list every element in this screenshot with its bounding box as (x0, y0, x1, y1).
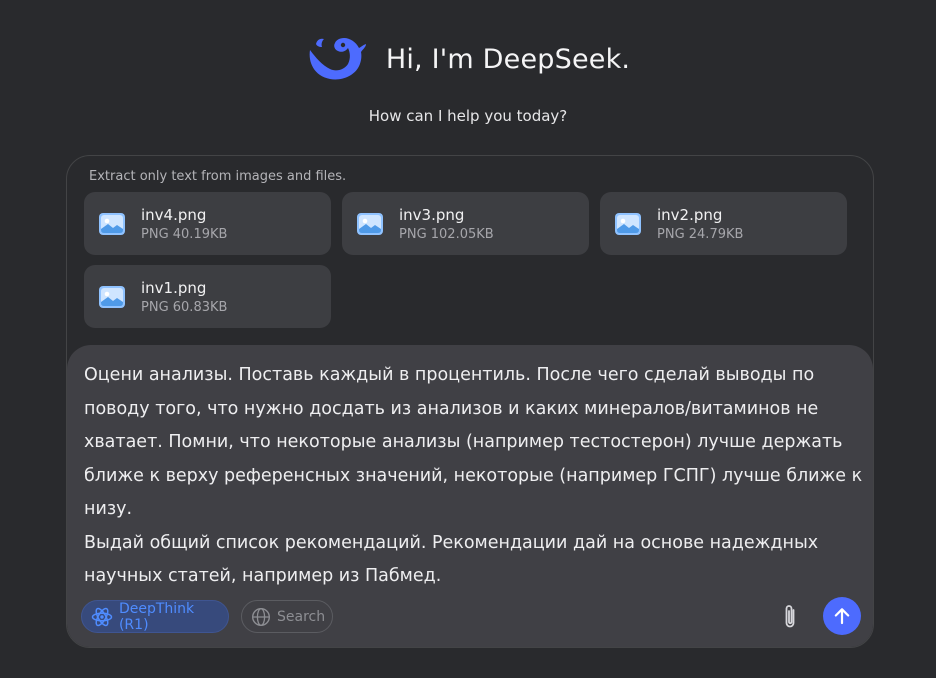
image-file-icon (615, 212, 641, 235)
attachment-card[interactable]: inv4.png PNG 40.19KB (84, 192, 331, 255)
welcome-header: Hi, I'm DeepSeek. (0, 36, 936, 82)
file-size: PNG 60.83KB (141, 299, 228, 315)
attachment-list: inv4.png PNG 40.19KB inv3.png PNG 102.05… (84, 192, 854, 328)
file-name: inv1.png (141, 278, 207, 297)
file-name: inv3.png (399, 205, 465, 224)
send-button[interactable] (823, 597, 861, 635)
deepseek-logo-icon (309, 38, 366, 80)
attachment-card[interactable]: inv1.png PNG 60.83KB (84, 265, 331, 328)
image-file-icon (99, 285, 125, 308)
page-title: Hi, I'm DeepSeek. (385, 43, 631, 75)
arrow-up-icon (834, 608, 850, 625)
paperclip-icon[interactable] (777, 602, 803, 632)
globe-icon (251, 607, 271, 626)
attachment-card[interactable]: inv2.png PNG 24.79KB (600, 192, 847, 255)
file-size: PNG 40.19KB (141, 226, 228, 242)
chat-composer: Extract only text from images and files.… (66, 155, 874, 648)
message-input-area[interactable]: Оцени анализы. Поставь каждый в проценти… (67, 345, 873, 647)
file-size: PNG 102.05KB (399, 226, 494, 242)
attachment-card[interactable]: inv3.png PNG 102.05KB (342, 192, 589, 255)
deepthink-toggle[interactable]: DeepThink (R1) (81, 600, 229, 633)
image-file-icon (99, 212, 125, 235)
file-name: inv2.png (657, 205, 723, 224)
image-file-icon (357, 212, 383, 235)
message-input[interactable]: Оцени анализы. Поставь каждый в проценти… (84, 359, 864, 594)
atom-icon (91, 607, 113, 626)
attachment-hint: Extract only text from images and files. (89, 169, 347, 184)
file-size: PNG 24.79KB (657, 226, 744, 242)
search-toggle[interactable]: Search (241, 600, 333, 633)
search-label: Search (277, 608, 326, 625)
file-name: inv4.png (141, 205, 207, 224)
deepthink-label: DeepThink (R1) (118, 600, 195, 633)
subtitle: How can I help you today? (368, 107, 568, 125)
